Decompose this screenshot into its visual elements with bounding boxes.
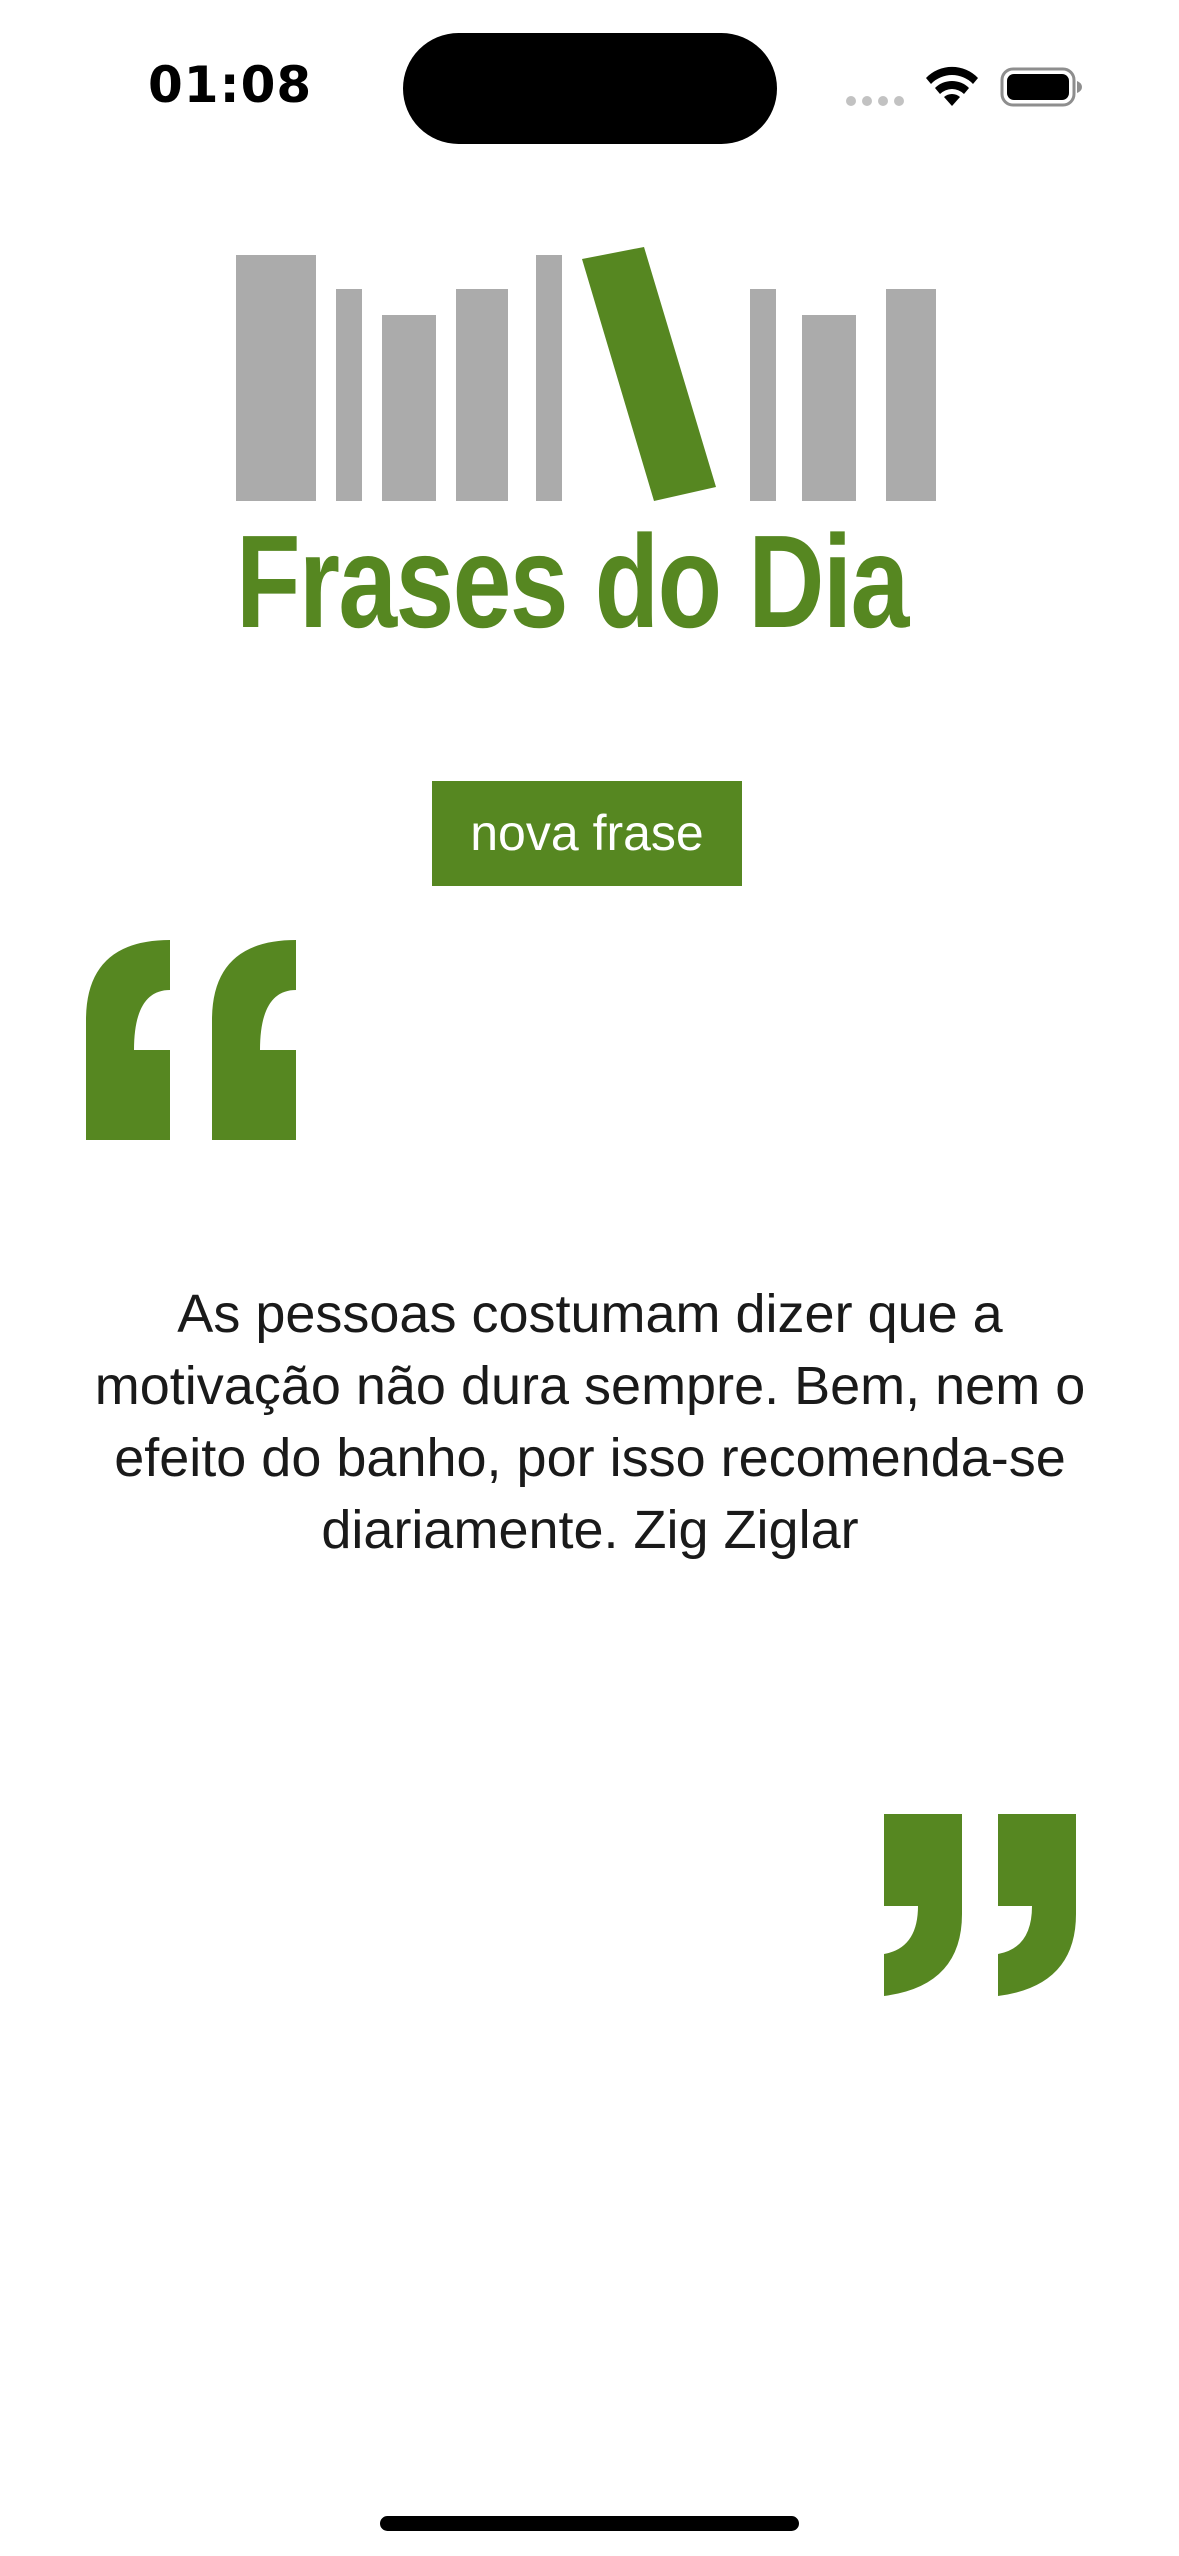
open-quote-icon bbox=[86, 940, 296, 1140]
close-quote-icon bbox=[884, 1814, 1076, 1996]
app-screen: 01:08 Frases do Dia nova frase As pessoa… bbox=[0, 0, 1179, 2556]
app-logo: Frases do Dia bbox=[236, 247, 936, 655]
home-indicator[interactable] bbox=[380, 2516, 799, 2531]
logo-title: Frases do Dia bbox=[236, 508, 909, 655]
quote-text: As pessoas costumam dizer que a motivaçã… bbox=[94, 1284, 1086, 1560]
battery-icon bbox=[1000, 67, 1082, 107]
books-logo-icon bbox=[236, 247, 936, 501]
dynamic-island bbox=[403, 33, 777, 144]
cellular-signal-icon bbox=[846, 96, 904, 106]
wifi-icon bbox=[926, 66, 978, 106]
new-quote-button[interactable]: nova frase bbox=[432, 781, 742, 886]
status-time: 01:08 bbox=[148, 56, 313, 114]
